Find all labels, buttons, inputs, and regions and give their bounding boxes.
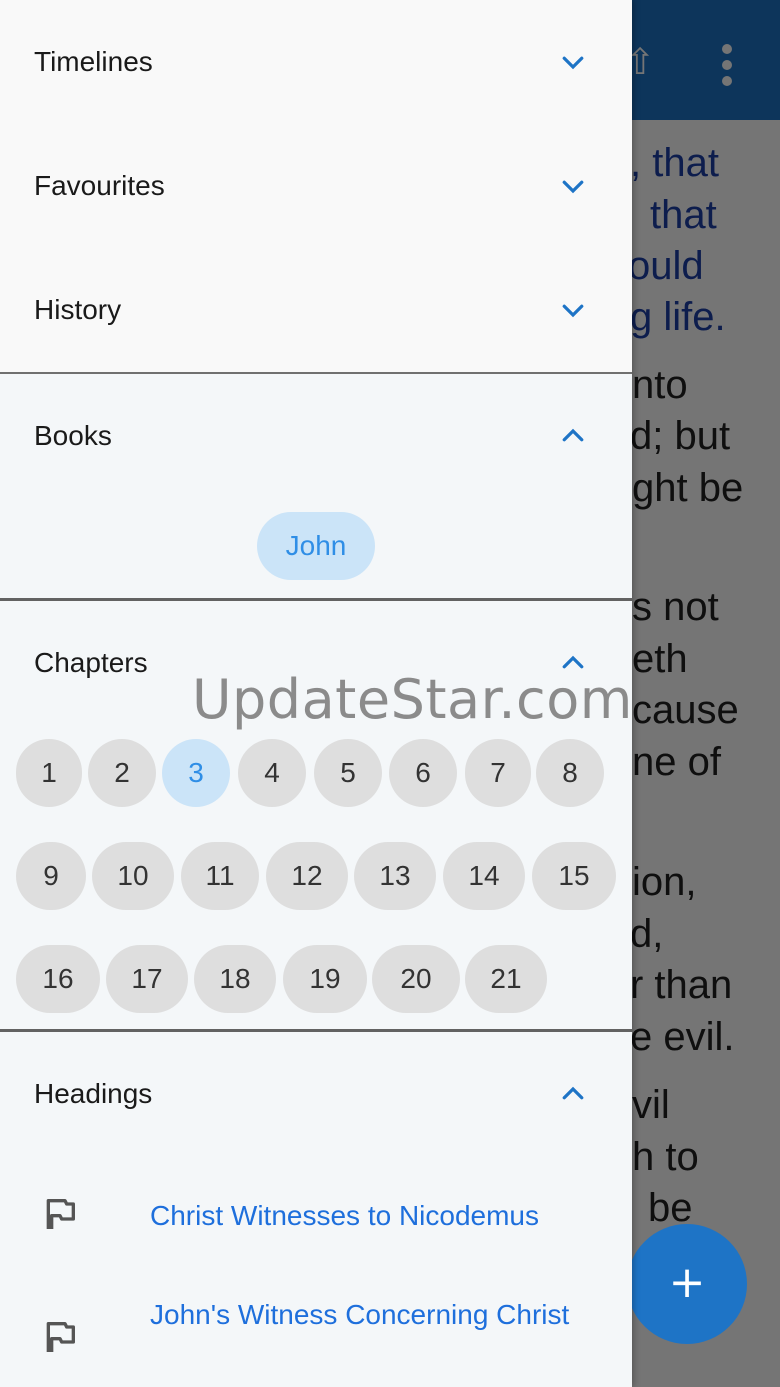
chapters-section: Chapters 1 2 3 4 5 6 7 8 9 10 11 12 13 14 15 16 17 18 19 20…	[0, 601, 632, 1029]
section-headings[interactable]: Headings	[0, 1032, 632, 1156]
headings-label: Headings	[34, 1078, 153, 1109]
chapter-chip-6[interactable]: 6	[389, 739, 457, 807]
history-label: History	[34, 294, 122, 325]
timelines-label: Timelines	[34, 46, 153, 77]
favourites-label: Favourites	[34, 170, 165, 201]
books-section: Books John	[0, 374, 632, 598]
chevron-down-icon	[558, 295, 588, 325]
chapter-chip-10[interactable]: 10	[92, 842, 174, 910]
chapter-chip-2[interactable]: 2	[88, 739, 156, 807]
chevron-up-icon	[558, 1079, 588, 1109]
heading-text: John's Witness Concerning Christ	[150, 1299, 570, 1330]
chapter-chip-12[interactable]: 12	[266, 842, 348, 910]
section-books[interactable]: Books	[0, 374, 632, 498]
chapter-chip-19[interactable]: 19	[283, 945, 367, 1013]
navigation-drawer: Timelines Favourites History Books John	[0, 0, 632, 1387]
chevron-up-icon	[558, 421, 588, 451]
heading-text: Christ Witnesses to Nicodemus	[150, 1200, 540, 1231]
chapter-chip-13[interactable]: 13	[354, 842, 436, 910]
flag-icon	[40, 1317, 80, 1357]
section-timelines[interactable]: Timelines	[0, 0, 632, 124]
chapter-chip-20[interactable]: 20	[372, 945, 460, 1013]
chapter-chip-7[interactable]: 7	[465, 739, 531, 807]
chapter-chip-9[interactable]: 9	[16, 842, 86, 910]
section-chapters[interactable]: Chapters	[0, 601, 632, 725]
chapter-grid: 1 2 3 4 5 6 7 8 9 10 11 12 13 14 15 16 17 18 19 20 21	[0, 725, 632, 1029]
books-label: Books	[34, 420, 112, 451]
flag-icon	[40, 1194, 80, 1234]
section-history[interactable]: History	[0, 248, 632, 372]
chevron-down-icon	[558, 47, 588, 77]
book-chip-john[interactable]: John	[257, 512, 375, 580]
chapter-chip-5[interactable]: 5	[314, 739, 382, 807]
chapter-chip-21[interactable]: 21	[465, 945, 547, 1013]
books-list: John	[0, 498, 632, 598]
chevron-up-icon	[558, 648, 588, 678]
chapter-chip-17[interactable]: 17	[106, 945, 188, 1013]
chapter-chip-14[interactable]: 14	[443, 842, 525, 910]
chevron-down-icon	[558, 171, 588, 201]
section-favourites[interactable]: Favourites	[0, 124, 632, 248]
heading-item[interactable]: John's Witness Concerning Christ	[0, 1282, 632, 1382]
chapter-chip-1[interactable]: 1	[16, 739, 82, 807]
chapter-chip-4[interactable]: 4	[238, 739, 306, 807]
chapter-chip-18[interactable]: 18	[194, 945, 276, 1013]
chapters-label: Chapters	[34, 647, 148, 678]
chapter-chip-16[interactable]: 16	[16, 945, 100, 1013]
heading-item[interactable]: Christ Witnesses to Nicodemus	[0, 1172, 632, 1260]
fab-add-button[interactable]: +	[627, 1224, 747, 1344]
chapter-chip-11[interactable]: 11	[181, 842, 259, 910]
chapter-chip-3[interactable]: 3	[162, 739, 230, 807]
chapter-chip-8[interactable]: 8	[536, 739, 604, 807]
headings-section: Headings Christ Witnesses to Nicodemus J…	[0, 1032, 632, 1387]
chapter-chip-15[interactable]: 15	[532, 842, 616, 910]
